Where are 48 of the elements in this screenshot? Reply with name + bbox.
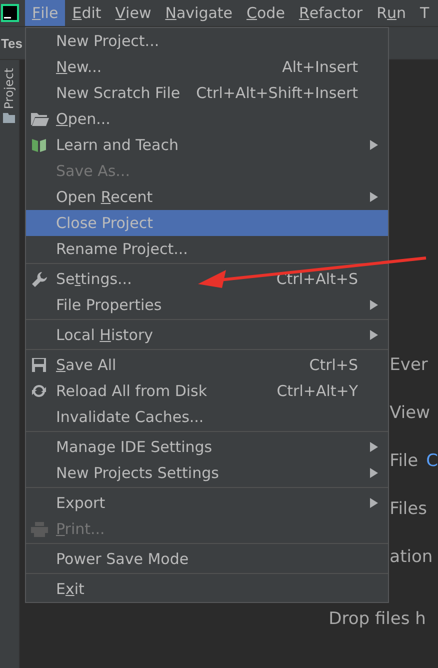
menu-item[interactable]: Exit [26, 576, 388, 602]
menu-bar-item[interactable]: Edit [65, 0, 108, 26]
printer-icon [31, 522, 48, 536]
editor-hint: ation [390, 547, 434, 569]
menu-bar-item[interactable]: View [108, 0, 158, 26]
book-icon [31, 137, 47, 153]
menu-bar-item[interactable]: Navigate [158, 0, 240, 26]
wrench-icon [31, 270, 48, 288]
menu-item[interactable]: New... Alt+Insert [26, 54, 388, 80]
menu-item[interactable]: Power Save Mode [26, 546, 388, 572]
submenu-arrow-icon [370, 140, 378, 150]
save-icon [31, 357, 47, 373]
submenu-arrow-icon [370, 330, 378, 340]
submenu-arrow-icon [370, 442, 378, 452]
menu-bar-item[interactable]: Code [240, 0, 292, 26]
menu-bar-item[interactable]: Refactor [292, 0, 370, 26]
menu-item[interactable]: New Scratch File Ctrl+Alt+Shift+Insert [26, 80, 388, 106]
editor-hint: Files [390, 499, 428, 521]
menu-item[interactable]: Settings... Ctrl+Alt+S [26, 266, 388, 292]
menu-item[interactable]: File Properties [26, 292, 388, 318]
menu-item[interactable]: Invalidate Caches... [26, 404, 388, 430]
editor-hint: Ever [390, 355, 429, 377]
menu-item[interactable]: Rename Project... [26, 236, 388, 262]
editor-hint: Drop files h [328, 609, 427, 631]
editor-hint: View [390, 403, 432, 425]
submenu-arrow-icon [370, 300, 378, 310]
menu-item[interactable]: New Projects Settings [26, 460, 388, 486]
app-logo-icon[interactable] [1, 4, 19, 22]
menu-bar-item[interactable]: T [413, 0, 436, 26]
submenu-arrow-icon [370, 498, 378, 508]
folder-icon [3, 113, 16, 124]
menu-item[interactable]: Learn and Teach [26, 132, 388, 158]
menu-item[interactable]: Local History [26, 322, 388, 348]
menu-item[interactable]: New Project... [26, 28, 388, 54]
menu-item[interactable]: Open Recent [26, 184, 388, 210]
menu-bar-item[interactable]: Run [370, 0, 414, 26]
menu-item[interactable]: Open... [26, 106, 388, 132]
reload-icon [31, 383, 47, 399]
submenu-arrow-icon [370, 468, 378, 478]
folder-icon [31, 112, 49, 126]
menu-item[interactable]: Reload All from Disk Ctrl+Alt+Y [26, 378, 388, 404]
menu-item[interactable]: Export [26, 490, 388, 516]
submenu-arrow-icon [370, 192, 378, 202]
menu-item[interactable]: Save All Ctrl+S [26, 352, 388, 378]
menu-item[interactable]: Manage IDE Settings [26, 434, 388, 460]
editor-hint: File C [390, 451, 438, 473]
project-tool-tab[interactable]: Project [2, 68, 16, 110]
project-title: Tes [1, 36, 22, 50]
